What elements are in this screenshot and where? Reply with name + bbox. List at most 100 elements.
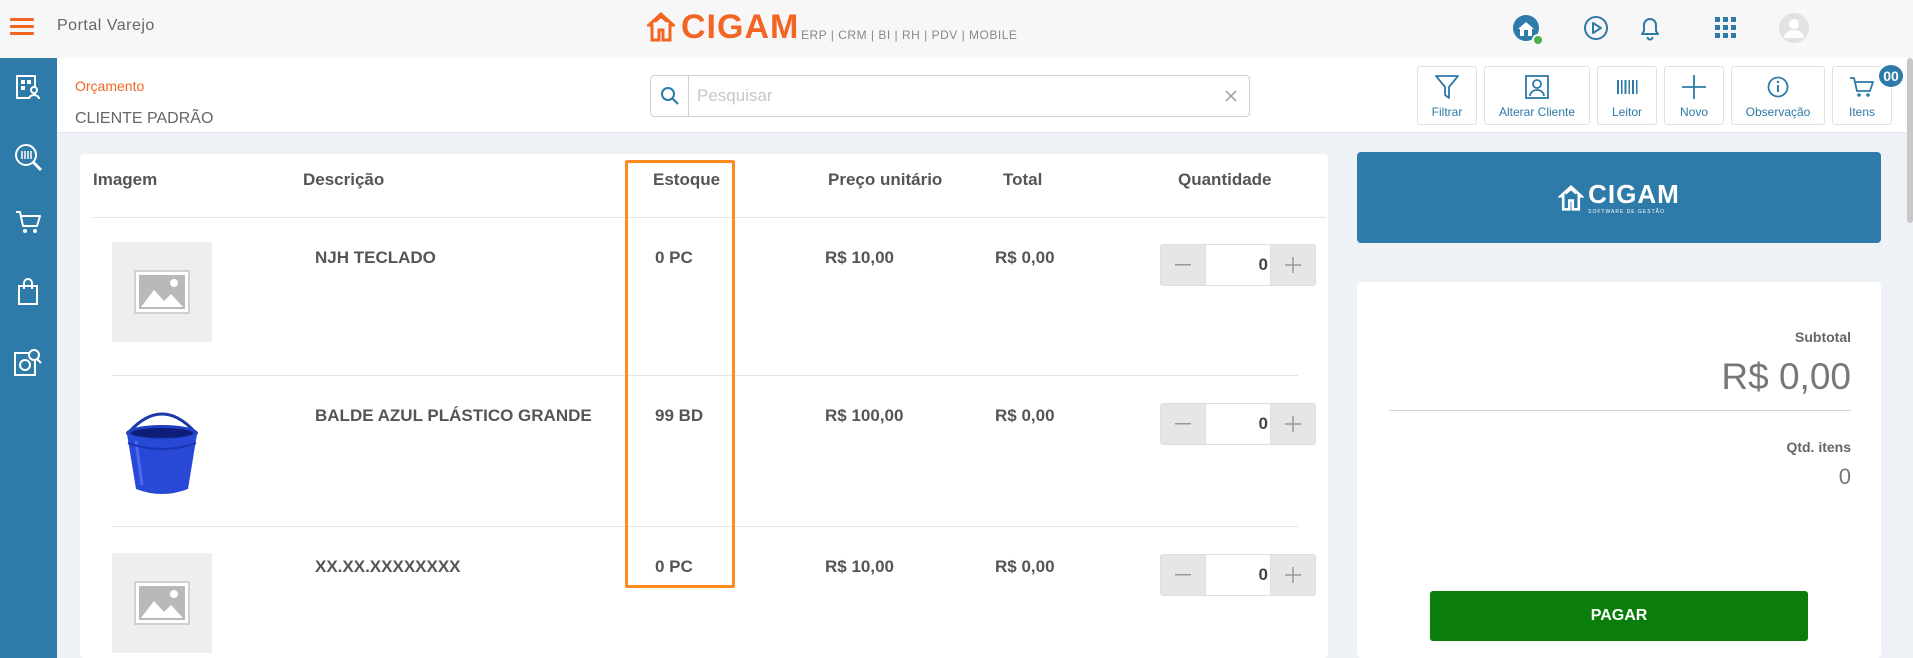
brand-name: CIGAM bbox=[681, 8, 800, 46]
sidebar-item-document-search[interactable] bbox=[12, 346, 44, 378]
minus-icon bbox=[1175, 574, 1191, 576]
client-name[interactable]: CLIENTE PADRÃO bbox=[75, 110, 213, 128]
product-unit-price: R$ 100,00 bbox=[825, 406, 904, 425]
decrease-quantity-button[interactable] bbox=[1161, 245, 1206, 285]
barcode-icon bbox=[1617, 80, 1638, 94]
observation-label: Observação bbox=[1745, 105, 1811, 119]
menu-icon[interactable] bbox=[10, 18, 34, 36]
quantity-stepper: 0 bbox=[1160, 244, 1316, 286]
column-header-total: Total bbox=[1003, 170, 1043, 189]
sidebar-item-barcode-search[interactable] bbox=[12, 141, 44, 173]
column-header-unit-price: Preço unitário bbox=[828, 170, 943, 189]
logo-name: CIGAM bbox=[1588, 178, 1680, 209]
brand-modules: ERP | CRM | BI | RH | PDV | MOBILE bbox=[801, 28, 1018, 42]
reader-label: Leitor bbox=[1611, 105, 1643, 119]
notifications-button[interactable] bbox=[1634, 12, 1666, 44]
sidebar bbox=[0, 58, 57, 658]
search-input[interactable] bbox=[697, 82, 1197, 110]
decrease-quantity-button[interactable] bbox=[1161, 404, 1206, 444]
plus-icon bbox=[1285, 257, 1301, 273]
product-description: XX.XX.XXXXXXXX bbox=[315, 557, 461, 576]
new-label: Novo bbox=[1679, 105, 1708, 119]
product-description: NJH TECLADO bbox=[315, 248, 436, 267]
user-status-button[interactable] bbox=[1510, 12, 1544, 46]
quantity-value[interactable]: 0 bbox=[1206, 555, 1272, 595]
info-icon bbox=[1767, 76, 1789, 98]
new-button[interactable]: Novo bbox=[1664, 66, 1724, 125]
plus-icon bbox=[1682, 75, 1706, 99]
sidebar-item-bag[interactable] bbox=[12, 276, 44, 308]
top-bar: Portal Varejo CIGAM ERP | CRM | BI | RH … bbox=[0, 0, 1913, 58]
increase-quantity-button[interactable] bbox=[1270, 404, 1315, 444]
quantity-value[interactable]: 0 bbox=[1206, 404, 1272, 444]
page-scrollbar[interactable] bbox=[1907, 58, 1913, 223]
column-header-image: Imagem bbox=[93, 170, 158, 189]
product-stock: 0 PC bbox=[655, 557, 693, 576]
product-total: R$ 0,00 bbox=[995, 557, 1055, 576]
document-type: Orçamento bbox=[75, 78, 145, 94]
column-header-stock: Estoque bbox=[653, 170, 721, 189]
portal-title: Portal Varejo bbox=[57, 17, 155, 34]
cigam-house-icon bbox=[1558, 184, 1585, 211]
cart-icon bbox=[1850, 77, 1874, 97]
product-unit-price: R$ 10,00 bbox=[825, 248, 894, 267]
product-description: BALDE AZUL PLÁSTICO GRANDE bbox=[315, 406, 592, 425]
table-row[interactable]: NJH TECLADO 0 PC R$ 10,00 R$ 0,00 0 bbox=[80, 218, 1328, 376]
increase-quantity-button[interactable] bbox=[1270, 555, 1315, 595]
online-status-dot bbox=[1532, 34, 1544, 46]
clear-search-icon[interactable] bbox=[1223, 88, 1239, 104]
apps-button[interactable] bbox=[1710, 12, 1742, 44]
sidebar-item-cart[interactable] bbox=[12, 206, 44, 238]
product-stock: 0 PC bbox=[655, 248, 693, 267]
filter-button[interactable]: Filtrar bbox=[1417, 66, 1477, 125]
search-box bbox=[650, 75, 1250, 117]
clients-icon bbox=[16, 75, 40, 100]
decrease-quantity-button[interactable] bbox=[1161, 555, 1206, 595]
shopping-bag-icon bbox=[18, 278, 38, 305]
product-image bbox=[112, 242, 212, 342]
search-icon[interactable] bbox=[651, 76, 689, 116]
plus-icon bbox=[1285, 416, 1301, 432]
sidebar-item-clients[interactable] bbox=[12, 71, 44, 103]
subtotal-label: Subtotal bbox=[1795, 329, 1851, 345]
document-search-icon bbox=[14, 349, 42, 376]
cart-count-badge: 00 bbox=[1877, 63, 1905, 89]
reader-button[interactable]: Leitor bbox=[1597, 66, 1657, 125]
plus-icon bbox=[1285, 567, 1301, 583]
product-image bbox=[112, 401, 212, 501]
items-button[interactable]: Itens 00 bbox=[1832, 63, 1905, 125]
change-client-button[interactable]: Alterar Cliente bbox=[1484, 66, 1590, 125]
apps-grid-icon bbox=[1715, 17, 1736, 38]
column-header-description: Descrição bbox=[303, 170, 385, 189]
product-stock: 99 BD bbox=[655, 406, 704, 425]
blue-bucket-image bbox=[126, 412, 198, 494]
cigam-logo-card: CIGAM SOFTWARE DE GESTÃO bbox=[1357, 152, 1881, 243]
minus-icon bbox=[1175, 264, 1191, 266]
items-label: Itens bbox=[1848, 105, 1875, 119]
items-count-value: 0 bbox=[1838, 464, 1851, 489]
cart-icon bbox=[16, 211, 41, 233]
product-total: R$ 0,00 bbox=[995, 248, 1055, 267]
filter-label: Filtrar bbox=[1431, 105, 1463, 119]
quantity-value[interactable]: 0 bbox=[1206, 245, 1272, 285]
profile-button[interactable] bbox=[1778, 12, 1810, 44]
order-summary: Subtotal R$ 0,00 Qtd. itens 0 PAGAR bbox=[1357, 282, 1881, 658]
avatar-icon bbox=[1779, 13, 1809, 43]
table-row[interactable]: XX.XX.XXXXXXXX 0 PC R$ 10,00 R$ 0,00 0 bbox=[80, 527, 1328, 658]
observation-button[interactable]: Observação bbox=[1731, 66, 1825, 125]
image-placeholder-icon bbox=[134, 581, 190, 625]
brand-logo: CIGAM bbox=[647, 9, 799, 45]
image-placeholder-icon bbox=[134, 270, 190, 314]
subtotal-value: R$ 0,00 bbox=[1721, 356, 1851, 397]
increase-quantity-button[interactable] bbox=[1270, 245, 1315, 285]
table-row[interactable]: BALDE AZUL PLÁSTICO GRANDE 99 BD R$ 100,… bbox=[80, 376, 1328, 527]
product-unit-price: R$ 10,00 bbox=[825, 557, 894, 576]
minus-icon bbox=[1175, 423, 1191, 425]
product-image bbox=[112, 553, 212, 653]
product-table: Imagem Descrição Estoque Preço unitário … bbox=[80, 154, 1328, 658]
filter-icon bbox=[1435, 75, 1459, 99]
video-button[interactable] bbox=[1580, 12, 1612, 44]
quantity-stepper: 0 bbox=[1160, 403, 1316, 445]
items-count-label: Qtd. itens bbox=[1786, 439, 1851, 455]
pay-button[interactable]: PAGAR bbox=[1430, 591, 1808, 641]
